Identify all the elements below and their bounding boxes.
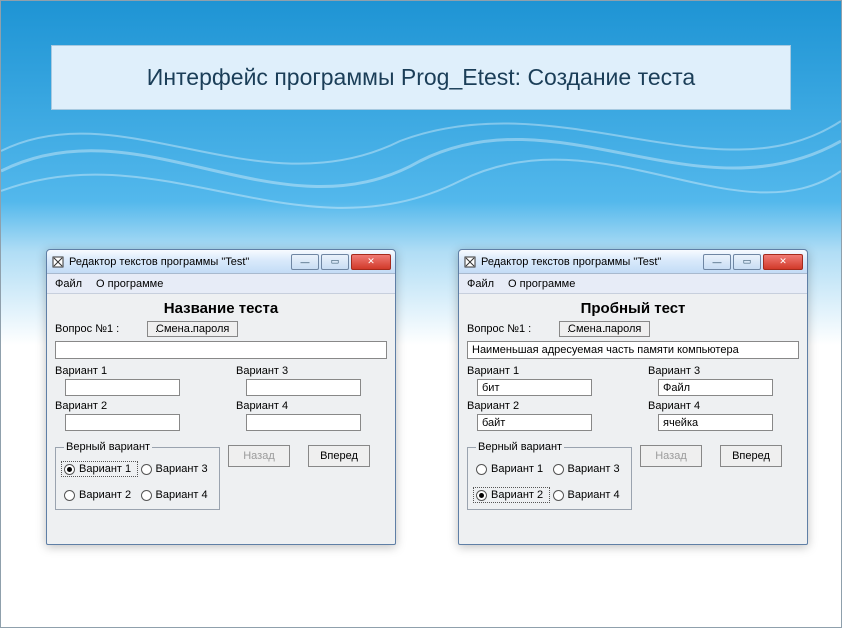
test-title: Пробный тест bbox=[467, 300, 799, 317]
menu-about[interactable]: О программе bbox=[508, 278, 575, 290]
change-password-button[interactable]: Смена пароля bbox=[147, 321, 238, 337]
radio-variant2[interactable]: Вариант 2 bbox=[473, 487, 550, 503]
radio-variant2-label: Вариант 2 bbox=[79, 489, 131, 501]
question-input[interactable] bbox=[55, 341, 387, 359]
variant1-label: Вариант 1 bbox=[467, 365, 618, 377]
titlebar[interactable]: Редактор текстов программы "Test" — ▭ ✕ bbox=[459, 250, 807, 274]
minimize-button[interactable]: — bbox=[291, 254, 319, 270]
slide-root: Интерфейс программы Prog_Etest: Создание… bbox=[0, 0, 842, 628]
variant2-label: Вариант 2 bbox=[467, 400, 618, 412]
radio-dot-icon bbox=[141, 464, 152, 475]
radio-variant2-label: Вариант 2 bbox=[491, 489, 543, 501]
radio-variant4[interactable]: Вариант 4 bbox=[553, 489, 624, 501]
forward-button[interactable]: Вперед bbox=[308, 445, 370, 467]
radio-variant2[interactable]: Вариант 2 bbox=[64, 489, 135, 501]
variant4-label: Вариант 4 bbox=[236, 400, 387, 412]
maximize-button[interactable]: ▭ bbox=[733, 254, 761, 270]
radio-variant1[interactable]: Вариант 1 bbox=[476, 463, 547, 475]
change-password-button[interactable]: Смена пароля bbox=[559, 321, 650, 337]
radio-variant3-label: Вариант 3 bbox=[568, 463, 620, 475]
app-icon bbox=[51, 255, 65, 269]
radio-dot-icon bbox=[476, 464, 487, 475]
radio-variant1-label: Вариант 1 bbox=[491, 463, 543, 475]
variant3-label: Вариант 3 bbox=[236, 365, 387, 377]
variant4-input[interactable] bbox=[658, 414, 773, 431]
variant2-input[interactable] bbox=[477, 414, 592, 431]
windows-area: Редактор текстов программы "Test" — ▭ ✕ … bbox=[1, 245, 841, 615]
app-window-left: Редактор текстов программы "Test" — ▭ ✕ … bbox=[46, 249, 396, 545]
back-button[interactable]: Назад bbox=[640, 445, 702, 467]
variant1-label: Вариант 1 bbox=[55, 365, 206, 377]
client-area: Пробный тест Вопрос №1 : Смена пароля Ва… bbox=[459, 294, 807, 544]
test-title: Название теста bbox=[55, 300, 387, 317]
menu-file[interactable]: Файл bbox=[467, 278, 494, 290]
radio-variant1[interactable]: Вариант 1 bbox=[61, 461, 138, 477]
variant4-label: Вариант 4 bbox=[648, 400, 799, 412]
correct-variant-legend: Верный вариант bbox=[64, 441, 152, 453]
app-window-right: Редактор текстов программы "Test" — ▭ ✕ … bbox=[458, 249, 808, 545]
decorative-wave bbox=[1, 91, 841, 231]
question-number-label: Вопрос №1 : bbox=[55, 323, 135, 335]
titlebar[interactable]: Редактор текстов программы "Test" — ▭ ✕ bbox=[47, 250, 395, 274]
variant3-label: Вариант 3 bbox=[648, 365, 799, 377]
slide-title: Интерфейс программы Prog_Etest: Создание… bbox=[51, 45, 791, 110]
titlebar-title: Редактор текстов программы "Test" bbox=[481, 256, 701, 268]
close-button[interactable]: ✕ bbox=[351, 254, 391, 270]
radio-dot-icon bbox=[64, 464, 75, 475]
correct-variant-legend: Верный вариант bbox=[476, 441, 564, 453]
variant2-label: Вариант 2 bbox=[55, 400, 206, 412]
variant4-input[interactable] bbox=[246, 414, 361, 431]
radio-variant4[interactable]: Вариант 4 bbox=[141, 489, 212, 501]
radio-dot-icon bbox=[141, 490, 152, 501]
back-button[interactable]: Назад bbox=[228, 445, 290, 467]
menu-about[interactable]: О программе bbox=[96, 278, 163, 290]
radio-variant3[interactable]: Вариант 3 bbox=[553, 463, 624, 475]
titlebar-title: Редактор текстов программы "Test" bbox=[69, 256, 289, 268]
close-button[interactable]: ✕ bbox=[763, 254, 803, 270]
radio-variant4-label: Вариант 4 bbox=[568, 489, 620, 501]
menubar: Файл О программе bbox=[459, 274, 807, 294]
radio-dot-icon bbox=[64, 490, 75, 501]
radio-variant4-label: Вариант 4 bbox=[156, 489, 208, 501]
client-area: Название теста Вопрос №1 : Смена пароля … bbox=[47, 294, 395, 544]
variant3-input[interactable] bbox=[246, 379, 361, 396]
variant1-input[interactable] bbox=[477, 379, 592, 396]
question-number-label: Вопрос №1 : bbox=[467, 323, 547, 335]
app-icon bbox=[463, 255, 477, 269]
correct-variant-group: Верный вариант Вариант 1 Вариант 3 bbox=[55, 441, 220, 510]
radio-dot-icon bbox=[553, 464, 564, 475]
variant1-input[interactable] bbox=[65, 379, 180, 396]
menubar: Файл О программе bbox=[47, 274, 395, 294]
radio-variant1-label: Вариант 1 bbox=[79, 463, 131, 475]
minimize-button[interactable]: — bbox=[703, 254, 731, 270]
variant2-input[interactable] bbox=[65, 414, 180, 431]
radio-dot-icon bbox=[476, 490, 487, 501]
menu-file[interactable]: Файл bbox=[55, 278, 82, 290]
question-input[interactable] bbox=[467, 341, 799, 359]
maximize-button[interactable]: ▭ bbox=[321, 254, 349, 270]
radio-variant3[interactable]: Вариант 3 bbox=[141, 463, 212, 475]
radio-dot-icon bbox=[553, 490, 564, 501]
radio-variant3-label: Вариант 3 bbox=[156, 463, 208, 475]
correct-variant-group: Верный вариант Вариант 1 Вариант 3 bbox=[467, 441, 632, 510]
variant3-input[interactable] bbox=[658, 379, 773, 396]
forward-button[interactable]: Вперед bbox=[720, 445, 782, 467]
